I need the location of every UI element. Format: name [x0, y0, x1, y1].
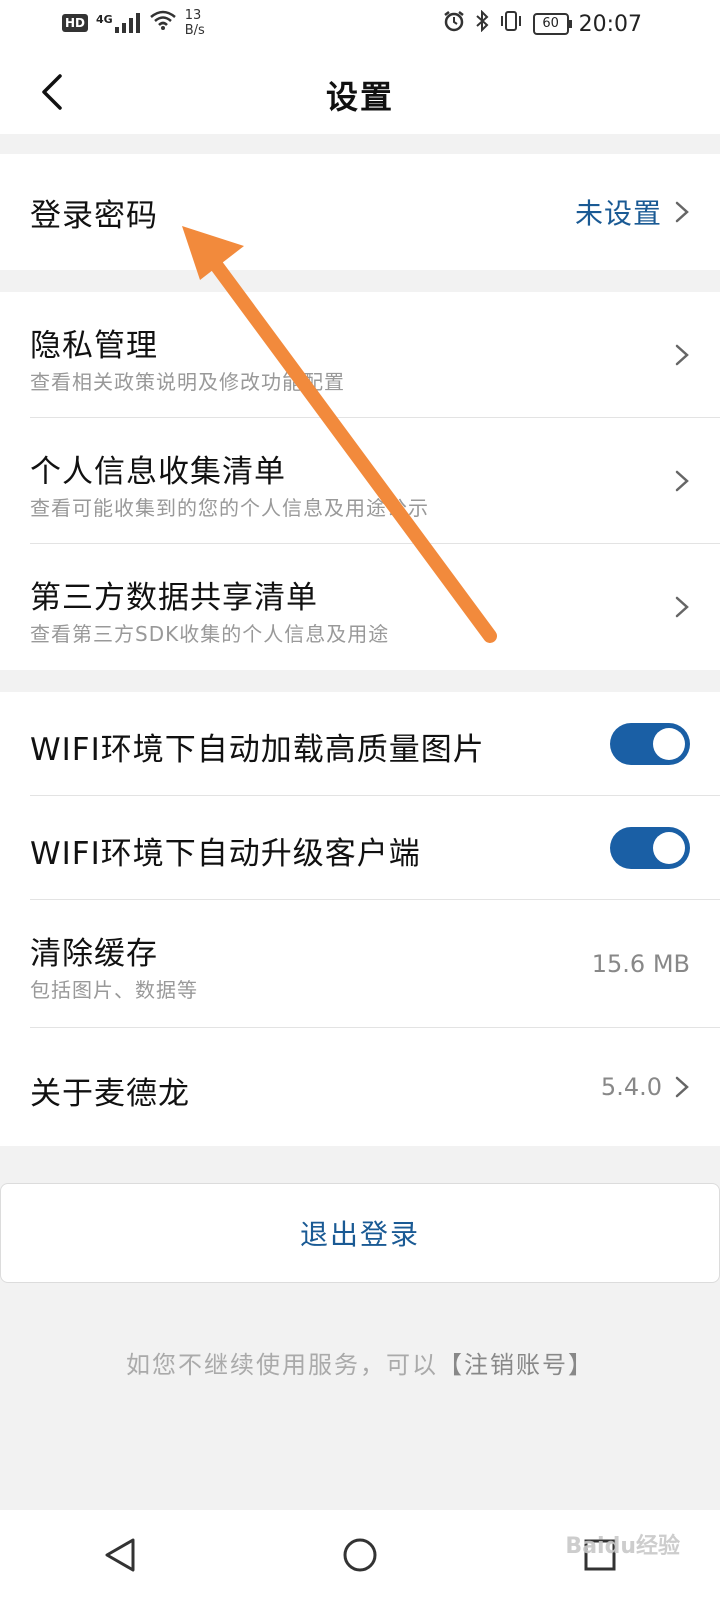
- chevron-right-icon: [675, 344, 689, 366]
- privacy-management-row[interactable]: 隐私管理 查看相关政策说明及修改功能配置: [0, 292, 720, 418]
- login-password-row[interactable]: 登录密码 未设置: [0, 154, 720, 270]
- footer-note: 如您不继续使用服务，可以【注销账号】: [0, 1345, 720, 1380]
- footer-note-text: 如您不继续使用服务，可以: [126, 1351, 438, 1379]
- nav-home-button[interactable]: [330, 1525, 390, 1585]
- alarm-icon: [443, 10, 465, 38]
- status-right: 60 20:07: [443, 9, 642, 38]
- network-type: 4G: [96, 13, 113, 26]
- row-subtitle: 查看第三方SDK收集的个人信息及用途: [30, 622, 390, 646]
- signal-icon: 4G: [96, 13, 141, 33]
- login-password-status: 未设置: [574, 197, 662, 230]
- cache-size: 15.6 MB: [591, 950, 690, 978]
- deactivate-account-link[interactable]: 【注销账号】: [438, 1351, 594, 1379]
- app-header: 设置: [0, 50, 720, 134]
- network-speed-unit: B/s: [184, 23, 205, 38]
- about-row[interactable]: 关于麦德龙 5.4.0: [0, 1028, 720, 1146]
- security-section: 登录密码 未设置: [0, 154, 720, 270]
- row-subtitle: 查看相关政策说明及修改功能配置: [30, 370, 345, 394]
- wifi-upgrade-toggle[interactable]: [610, 827, 690, 869]
- row-title: 隐私管理: [30, 328, 158, 364]
- status-left: HD 4G 13 B/s: [62, 8, 205, 38]
- third-party-sharing-row[interactable]: 第三方数据共享清单 查看第三方SDK收集的个人信息及用途: [0, 544, 720, 670]
- privacy-section: 隐私管理 查看相关政策说明及修改功能配置 个人信息收集清单 查看可能收集到的您的…: [0, 292, 720, 670]
- vibrate-icon: [499, 10, 523, 38]
- nav-back-button[interactable]: [90, 1525, 150, 1585]
- circle-home-icon: [343, 1538, 377, 1572]
- clear-cache-row[interactable]: 清除缓存 包括图片、数据等 15.6 MB: [0, 900, 720, 1028]
- login-password-label: 登录密码: [30, 198, 158, 234]
- row-title: WIFI环境下自动加载高质量图片: [30, 732, 485, 768]
- row-title: 关于麦德龙: [30, 1076, 190, 1112]
- row-title: 第三方数据共享清单: [30, 580, 318, 616]
- wifi-icon: [149, 9, 177, 37]
- app-version: 5.4.0: [600, 1073, 662, 1101]
- hd-icon: HD: [62, 14, 89, 32]
- personal-info-list-row[interactable]: 个人信息收集清单 查看可能收集到的您的个人信息及用途公示: [0, 418, 720, 544]
- wifi-images-toggle[interactable]: [610, 723, 690, 765]
- toggle-knob: [653, 832, 685, 864]
- chevron-right-icon: [675, 470, 689, 492]
- row-title: WIFI环境下自动升级客户端: [30, 836, 421, 872]
- clock: 20:07: [578, 11, 642, 37]
- chevron-right-icon: [675, 596, 689, 618]
- row-title: 个人信息收集清单: [30, 454, 286, 490]
- network-speed: 13 B/s: [185, 8, 205, 38]
- page-title: 设置: [325, 78, 394, 116]
- toggle-knob: [653, 728, 685, 760]
- logout-button[interactable]: 退出登录: [0, 1183, 720, 1283]
- status-bar: HD 4G 13 B/s 60 20:07: [0, 0, 720, 50]
- chevron-right-icon: [675, 1076, 689, 1098]
- row-title: 清除缓存: [30, 936, 158, 972]
- battery-icon: 60: [532, 13, 572, 35]
- triangle-back-icon: [105, 1538, 135, 1572]
- general-section: WIFI环境下自动加载高质量图片 WIFI环境下自动升级客户端 清除缓存 包括图…: [0, 692, 720, 1146]
- wifi-upgrade-row: WIFI环境下自动升级客户端: [0, 796, 720, 900]
- bluetooth-icon: [475, 9, 489, 38]
- chevron-right-icon: [675, 201, 689, 223]
- baidu-watermark: Baidu经验: [565, 1534, 680, 1559]
- network-speed-value: 13: [184, 8, 202, 23]
- wifi-images-row: WIFI环境下自动加载高质量图片: [0, 692, 720, 796]
- row-subtitle: 查看可能收集到的您的个人信息及用途公示: [30, 496, 429, 520]
- row-subtitle: 包括图片、数据等: [30, 978, 198, 1002]
